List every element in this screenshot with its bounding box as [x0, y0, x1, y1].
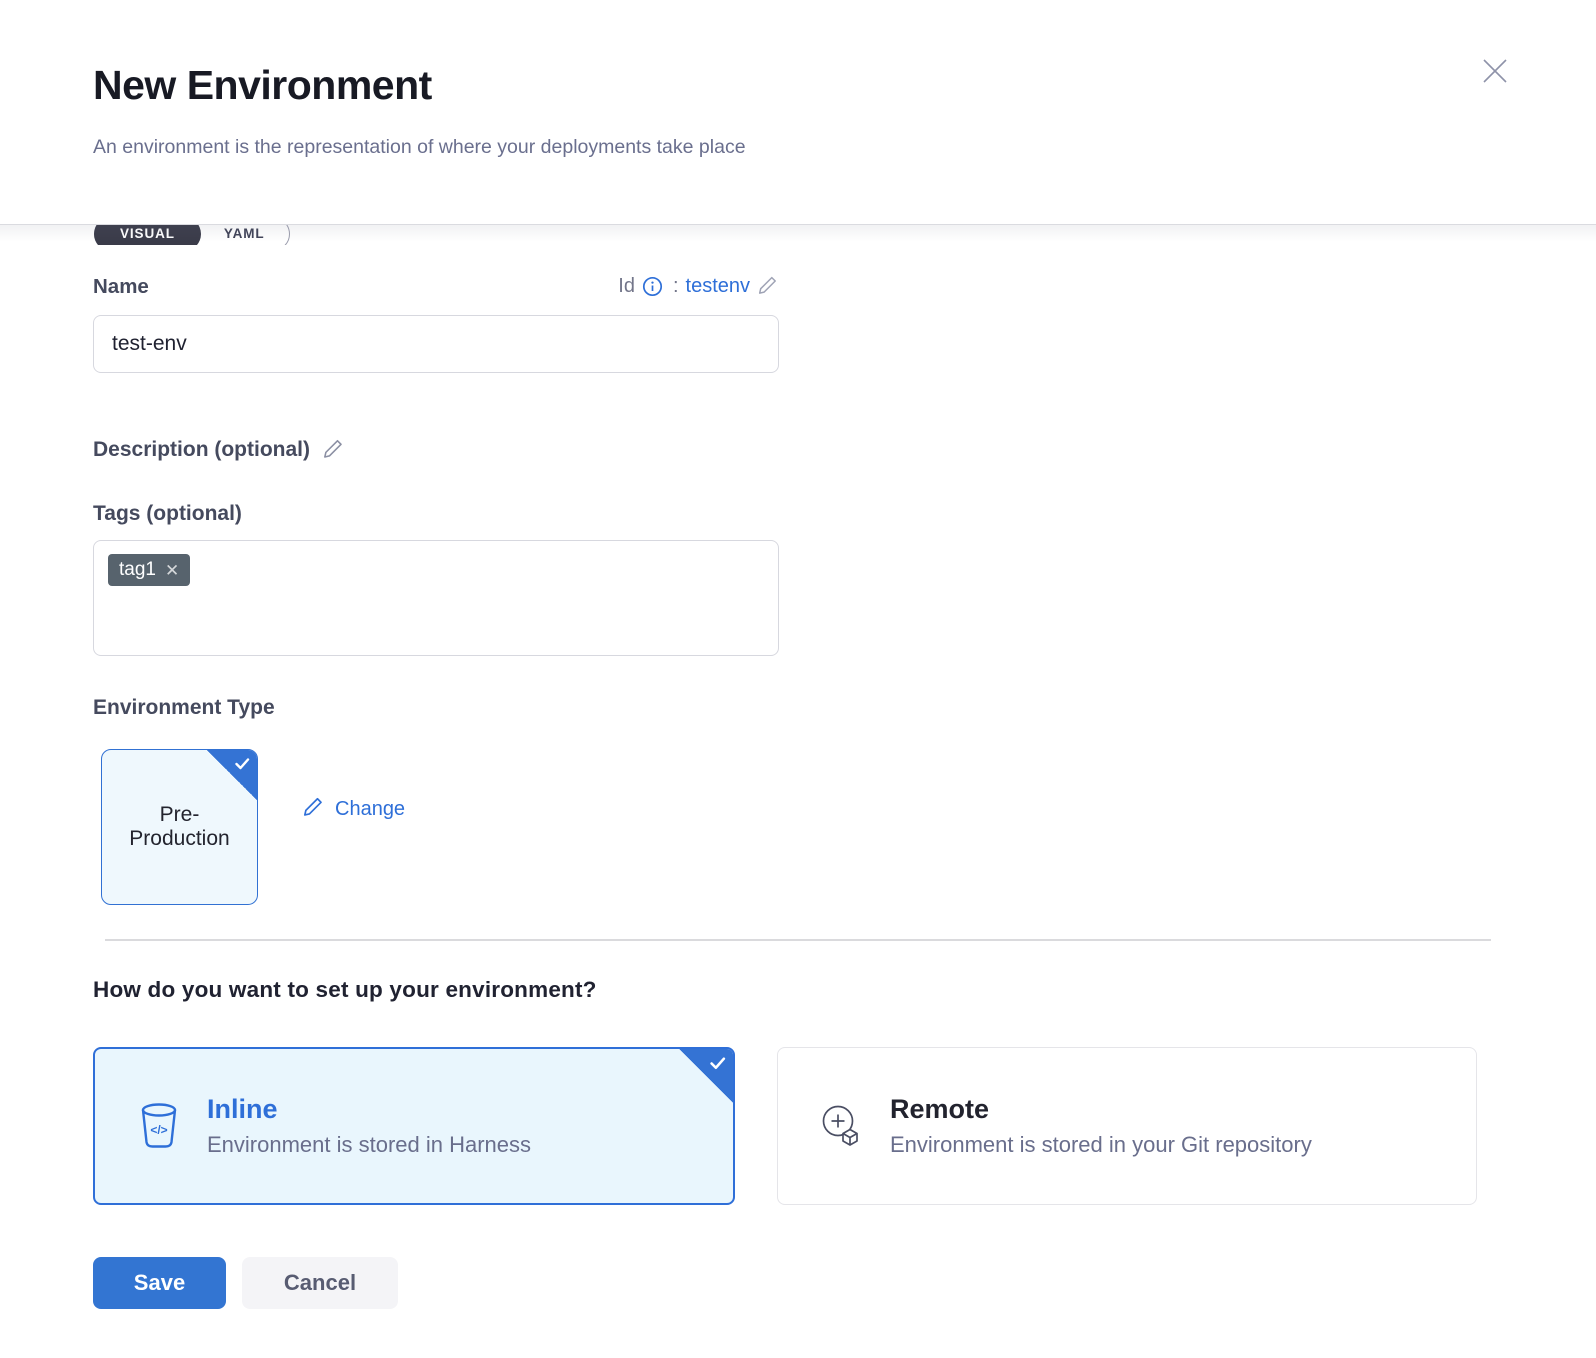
- id-separator: :: [673, 275, 679, 298]
- option-title: Remote: [890, 1094, 1312, 1125]
- option-title: Inline: [207, 1094, 531, 1125]
- section-divider: [105, 939, 1491, 941]
- close-button[interactable]: [1478, 54, 1512, 88]
- setup-question: How do you want to set up your environme…: [93, 977, 1596, 1003]
- page-title: New Environment: [93, 62, 1596, 109]
- option-text: Remote Environment is stored in your Git…: [890, 1094, 1312, 1158]
- actions-row: Save Cancel: [93, 1257, 1596, 1309]
- check-icon: [235, 758, 250, 770]
- name-label: Name: [93, 275, 149, 299]
- name-input[interactable]: [93, 315, 779, 373]
- option-card-remote[interactable]: Remote Environment is stored in your Git…: [777, 1047, 1477, 1205]
- cancel-button[interactable]: Cancel: [242, 1257, 398, 1309]
- option-text: Inline Environment is stored in Harness: [207, 1094, 531, 1158]
- pencil-icon: [757, 274, 779, 299]
- change-link[interactable]: Change: [302, 795, 405, 824]
- edit-description-button[interactable]: [322, 437, 345, 463]
- entity-id-row: Id : testenv: [618, 274, 779, 299]
- change-link-label: Change: [335, 798, 405, 821]
- option-description: Environment is stored in your Git reposi…: [890, 1132, 1312, 1158]
- option-description: Environment is stored in Harness: [207, 1132, 531, 1158]
- inline-bucket-code-icon: </>: [137, 1101, 181, 1151]
- tag-chip: tag1 ✕: [108, 554, 190, 586]
- pencil-icon: [302, 795, 325, 824]
- description-label: Description (optional): [93, 438, 310, 462]
- description-row: Description (optional): [93, 437, 1596, 463]
- environment-type-value: Pre-Production: [122, 803, 237, 851]
- info-icon[interactable]: [642, 276, 663, 297]
- environment-type-card[interactable]: Pre-Production: [101, 749, 258, 905]
- modal-body: Name Id : testenv D: [0, 274, 1596, 1309]
- name-id-row: Name Id : testenv: [93, 274, 779, 299]
- tag-remove-icon[interactable]: ✕: [165, 562, 179, 579]
- visual-yaml-toggle: VISUAL YAML: [94, 225, 1596, 245]
- id-value[interactable]: testenv: [686, 275, 750, 298]
- environment-type-label: Environment Type: [93, 696, 1596, 720]
- tags-label: Tags (optional): [93, 502, 1596, 526]
- edit-id-button[interactable]: [757, 274, 779, 299]
- environment-type-row: Pre-Production Change: [93, 749, 1596, 905]
- tag-chip-label: tag1: [119, 559, 156, 581]
- selected-corner: [206, 749, 258, 801]
- selected-corner: [678, 1048, 734, 1104]
- save-button[interactable]: Save: [93, 1257, 226, 1309]
- remote-git-icon: [820, 1102, 864, 1150]
- tab-visual[interactable]: VISUAL: [94, 225, 201, 245]
- option-card-inline[interactable]: </> Inline Environment is stored in Harn…: [93, 1047, 735, 1205]
- check-icon: [710, 1057, 726, 1070]
- setup-options-row: </> Inline Environment is stored in Harn…: [93, 1047, 1596, 1205]
- close-icon: [1478, 76, 1512, 91]
- modal-header: New Environment An environment is the re…: [0, 0, 1596, 225]
- tab-yaml[interactable]: YAML: [200, 225, 289, 245]
- tags-input[interactable]: tag1 ✕: [93, 540, 779, 656]
- pencil-icon: [322, 437, 345, 463]
- page-subtitle: An environment is the representation of …: [93, 136, 1596, 159]
- id-label: Id: [618, 275, 635, 298]
- svg-text:</>: </>: [150, 1123, 167, 1137]
